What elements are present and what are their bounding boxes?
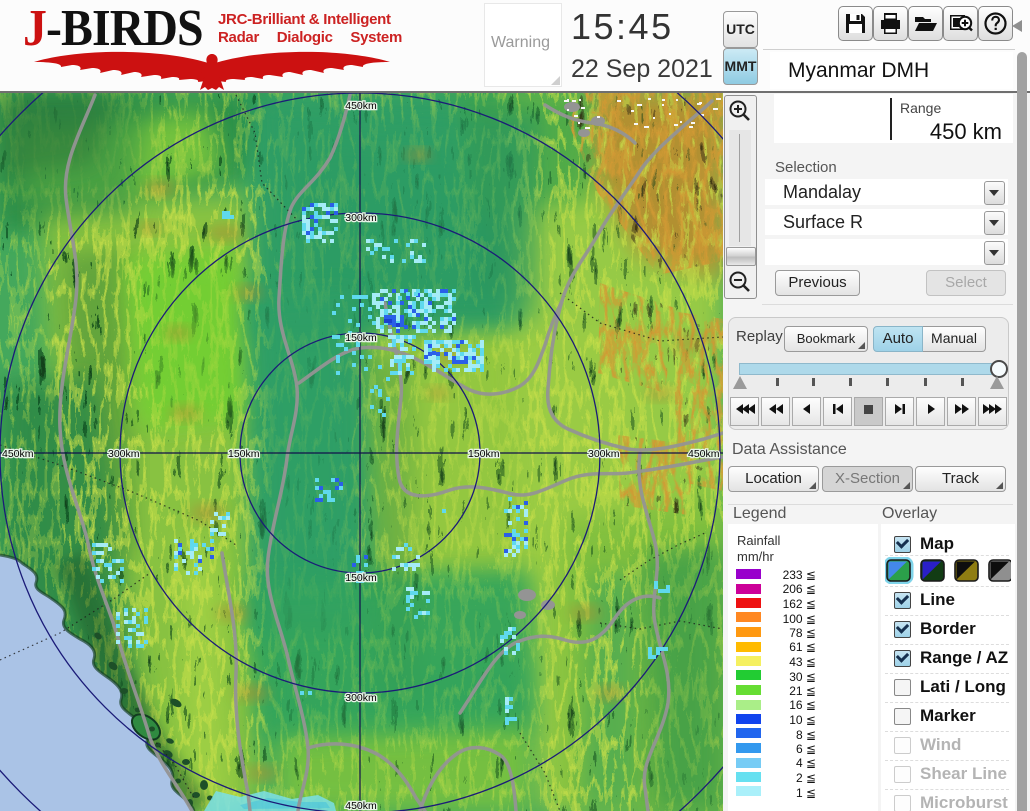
svg-text:450km: 450km: [345, 800, 377, 811]
svg-text:300km: 300km: [588, 448, 620, 460]
svg-text:450km: 450km: [2, 448, 34, 460]
svg-text:150km: 150km: [468, 448, 500, 460]
svg-text:150km: 150km: [345, 572, 377, 584]
svg-text:450km: 450km: [688, 448, 720, 460]
svg-text:300km: 300km: [345, 212, 377, 224]
svg-text:150km: 150km: [345, 332, 377, 344]
svg-text:300km: 300km: [345, 692, 377, 704]
svg-text:150km: 150km: [228, 448, 260, 460]
svg-text:300km: 300km: [108, 448, 140, 460]
svg-text:450km: 450km: [345, 100, 377, 112]
